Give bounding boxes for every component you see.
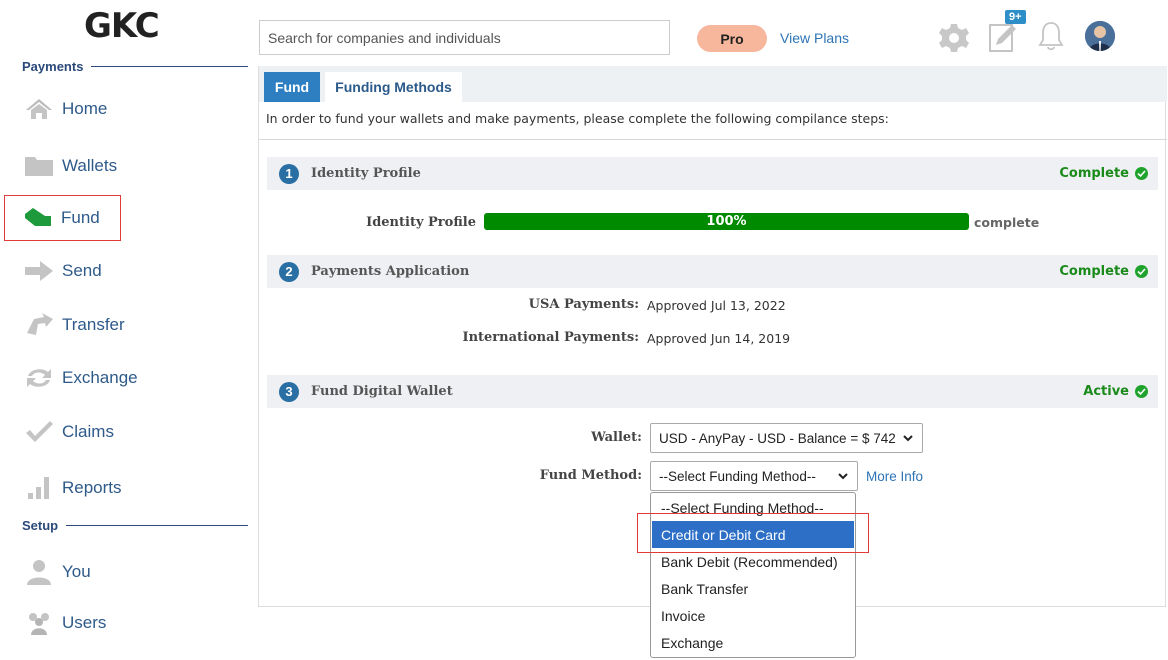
intro-text: In order to fund your wallets and make p… — [266, 111, 889, 126]
section-title-payments: Payments — [22, 59, 248, 74]
arrow-right-icon — [22, 257, 56, 285]
sidebar-item-users[interactable]: Users — [22, 606, 106, 640]
usa-payments-value: Approved Jul 13, 2022 — [647, 298, 786, 313]
step-identity-profile: 1 Identity Profile Complete — [267, 157, 1158, 190]
sidebar-item-label: Wallets — [62, 156, 118, 175]
gear-icon[interactable] — [938, 22, 970, 59]
sidebar-item-claims[interactable]: Claims — [22, 415, 114, 449]
intl-payments-label: International Payments: — [462, 330, 640, 345]
tab-fund[interactable]: Fund — [264, 72, 320, 102]
wallet-select[interactable]: USD - AnyPay - USD - Balance = $ 742 — [650, 423, 923, 453]
home-icon — [22, 95, 56, 123]
dropdown-option-selected[interactable]: Credit or Debit Card — [652, 521, 854, 548]
fund-method-dropdown: --Select Funding Method-- Credit or Debi… — [650, 492, 856, 658]
sidebar-item-label: Users — [62, 613, 107, 632]
folder-icon — [22, 152, 56, 180]
sidebar-item-exchange[interactable]: Exchange — [22, 361, 138, 395]
pro-badge[interactable]: Pro — [697, 25, 767, 52]
sidebar-item-label: Exchange — [62, 368, 138, 387]
fund-icon — [21, 204, 55, 232]
dropdown-option[interactable]: --Select Funding Method-- — [652, 494, 854, 521]
step-number: 1 — [279, 163, 299, 184]
section-title-setup: Setup — [22, 518, 248, 533]
notification-count-badge: 9+ — [1005, 10, 1026, 24]
status-badge: Active — [1083, 384, 1148, 399]
status-badge: Complete — [1059, 166, 1148, 181]
more-info-link[interactable]: More Info — [866, 469, 923, 484]
check-circle-icon — [1135, 385, 1148, 398]
wallet-label: Wallet: — [591, 430, 642, 445]
sidebar-item-send[interactable]: Send — [22, 254, 102, 288]
status-badge: Complete — [1059, 264, 1148, 279]
usa-payments-label: USA Payments: — [528, 297, 639, 312]
step-number: 3 — [279, 381, 299, 402]
check-icon — [22, 418, 56, 446]
search-input[interactable]: Search for companies and individuals — [259, 20, 670, 55]
dropdown-option[interactable]: Bank Debit (Recommended) — [652, 548, 854, 575]
step-number: 2 — [279, 261, 299, 282]
step-payments-application: 2 Payments Application Complete — [267, 255, 1158, 288]
search-placeholder: Search for companies and individuals — [268, 29, 501, 46]
tab-funding-methods[interactable]: Funding Methods — [325, 72, 462, 102]
identity-progress-suffix: complete — [974, 215, 1040, 230]
check-circle-icon — [1135, 265, 1148, 278]
bar-chart-icon — [22, 474, 56, 502]
step-title: Identity Profile — [311, 166, 421, 181]
wallet-select-value: USD - AnyPay - USD - Balance = $ 742 — [659, 430, 896, 446]
sidebar-item-label: Claims — [62, 422, 114, 441]
check-circle-icon — [1135, 167, 1148, 180]
sidebar-item-fund[interactable]: Fund — [4, 195, 121, 241]
sidebar-item-you[interactable]: You — [22, 555, 91, 589]
step-title: Payments Application — [311, 264, 470, 279]
dropdown-option[interactable]: Bank Transfer — [652, 575, 854, 602]
chevron-down-icon — [837, 470, 849, 485]
identity-label: Identity Profile — [366, 215, 476, 230]
sidebar-item-label: Fund — [61, 208, 100, 227]
sidebar-item-wallets[interactable]: Wallets — [22, 149, 117, 183]
fund-method-select-value: --Select Funding Method-- — [659, 468, 816, 484]
exchange-icon — [22, 364, 56, 392]
sidebar-item-home[interactable]: Home — [22, 92, 107, 126]
person-icon — [22, 558, 56, 586]
step-title: Fund Digital Wallet — [311, 384, 453, 399]
dropdown-option[interactable]: Invoice — [652, 602, 854, 629]
sidebar-item-label: Reports — [62, 478, 122, 497]
sidebar-item-label: Transfer — [62, 315, 125, 334]
fund-method-select[interactable]: --Select Funding Method-- — [650, 461, 858, 491]
dropdown-option[interactable]: Exchange — [652, 629, 854, 656]
fund-method-label: Fund Method: — [539, 468, 642, 483]
identity-progress-bar: 100% — [484, 213, 969, 230]
step-fund-digital-wallet: 3 Fund Digital Wallet Active — [267, 375, 1158, 408]
sidebar-item-transfer[interactable]: Transfer — [22, 308, 125, 342]
sidebar-item-label: Send — [62, 261, 102, 280]
transfer-icon — [22, 311, 56, 339]
sidebar-item-label: You — [62, 562, 91, 581]
logo[interactable]: GKC — [84, 6, 160, 46]
tab-bar: Fund Funding Methods — [259, 66, 1167, 102]
notes-icon[interactable] — [988, 19, 1018, 58]
intl-payments-value: Approved Jun 14, 2019 — [647, 331, 791, 346]
sidebar: GKC Payments Home Wallets Fund Send Tran… — [0, 0, 258, 660]
chevron-down-icon — [902, 432, 914, 447]
sidebar-item-label: Home — [62, 99, 108, 118]
users-icon — [22, 609, 56, 637]
sidebar-item-reports[interactable]: Reports — [22, 471, 122, 505]
bell-icon[interactable] — [1037, 20, 1065, 57]
view-plans-link[interactable]: View Plans — [780, 30, 849, 46]
divider — [259, 139, 1167, 140]
avatar[interactable] — [1085, 21, 1115, 51]
